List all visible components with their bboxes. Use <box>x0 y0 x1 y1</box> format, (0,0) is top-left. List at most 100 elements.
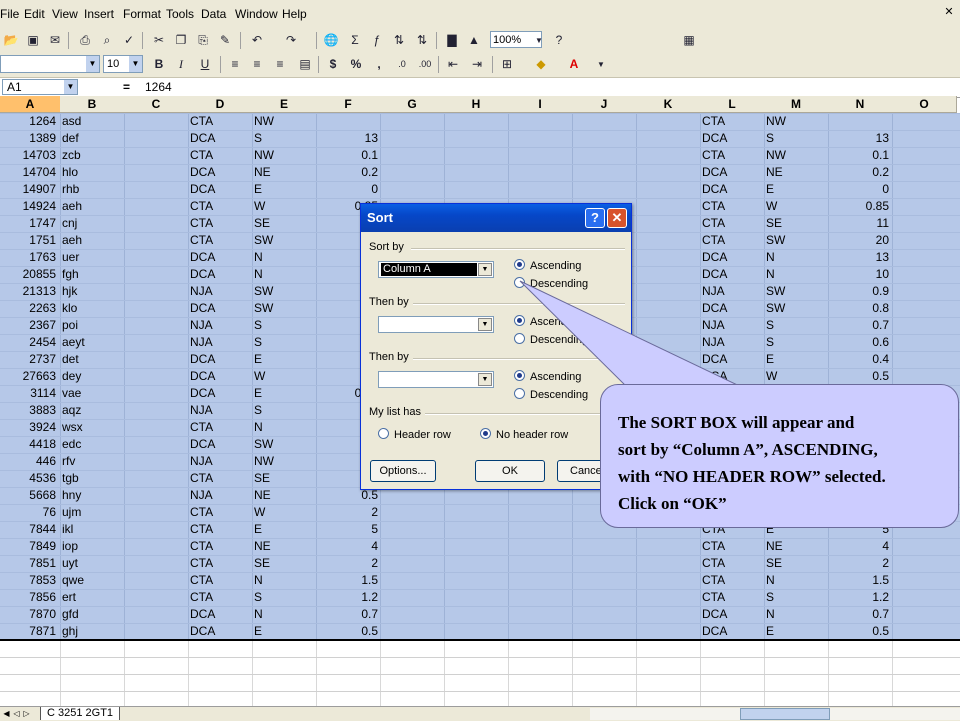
cell[interactable]: SE <box>766 215 826 232</box>
cell[interactable]: NE <box>766 538 826 555</box>
formula-content[interactable]: 1264 <box>145 80 172 94</box>
table-row[interactable]: 1264 asd CTA NW CTA NW <box>0 113 960 130</box>
cell[interactable]: W <box>766 198 826 215</box>
cell[interactable]: 4536 <box>0 470 56 487</box>
cell[interactable]: CTA <box>190 470 250 487</box>
cell[interactable]: S <box>254 130 314 147</box>
column-header-g[interactable]: G <box>380 96 445 113</box>
table-row[interactable]: 14907 rhb DCA E 0 DCA E 0 <box>0 181 960 198</box>
cell[interactable]: E <box>766 623 826 640</box>
cell[interactable]: 4418 <box>0 436 56 453</box>
cell[interactable]: CTA <box>702 232 762 249</box>
cell[interactable]: NJA <box>702 334 762 351</box>
cell[interactable]: ujm <box>62 504 122 521</box>
cell[interactable]: DCA <box>190 300 250 317</box>
increase-decimal-icon[interactable]: .0 <box>393 56 411 73</box>
cell[interactable]: 2454 <box>0 334 56 351</box>
cell[interactable]: NW <box>254 147 314 164</box>
cell[interactable]: SW <box>254 436 314 453</box>
cell[interactable]: DCA <box>702 300 762 317</box>
sort-descending-icon[interactable]: ⇅ <box>413 32 431 49</box>
table-row[interactable]: 14703 zcb CTA NW 0.1 CTA NW 0.1 <box>0 147 960 164</box>
cell[interactable]: S <box>766 130 826 147</box>
undo-icon[interactable]: ↶ <box>248 32 266 49</box>
cell[interactable]: 7851 <box>0 555 56 572</box>
percent-icon[interactable]: % <box>347 56 365 73</box>
cell[interactable]: DCA <box>702 368 762 385</box>
cell[interactable]: S <box>766 589 826 606</box>
cell[interactable]: NJA <box>702 317 762 334</box>
print-preview-icon[interactable]: ⌕ <box>98 32 116 49</box>
cell[interactable]: 1.5 <box>828 572 889 589</box>
no-header-row-radio[interactable]: No header row <box>480 428 568 441</box>
cell[interactable] <box>316 113 378 130</box>
cell[interactable]: NW <box>766 113 826 130</box>
cell[interactable]: 0.2 <box>316 164 378 181</box>
cell[interactable]: 1264 <box>0 113 56 130</box>
cell[interactable]: NE <box>766 164 826 181</box>
merge-center-icon[interactable]: ▤ <box>296 56 314 73</box>
cell[interactable]: ert <box>62 589 122 606</box>
cell[interactable]: 27663 <box>0 368 56 385</box>
cell[interactable]: NJA <box>190 283 250 300</box>
cell[interactable]: N <box>254 249 314 266</box>
cell[interactable]: zcb <box>62 147 122 164</box>
table-row[interactable]: 1389 def DCA S 13 DCA S 13 <box>0 130 960 147</box>
cell[interactable]: 0.7 <box>316 606 378 623</box>
table-row[interactable]: 7853 qwe CTA N 1.5 CTA N 1.5 <box>0 572 960 589</box>
cell[interactable]: E <box>766 181 826 198</box>
horizontal-scrollbar[interactable] <box>590 708 960 720</box>
cell[interactable]: SE <box>766 555 826 572</box>
open-folder-icon[interactable]: 📂 <box>2 32 20 49</box>
cell[interactable]: DCA <box>702 351 762 368</box>
align-left-icon[interactable]: ≡ <box>226 56 244 73</box>
cell[interactable]: rhb <box>62 181 122 198</box>
cell[interactable]: 21313 <box>0 283 56 300</box>
cell[interactable]: 7849 <box>0 538 56 555</box>
close-icon[interactable]: ✕ <box>607 208 627 228</box>
cell[interactable]: 2 <box>316 504 378 521</box>
cell[interactable]: W <box>254 368 314 385</box>
cell[interactable]: CTA <box>702 555 762 572</box>
cell[interactable]: 2367 <box>0 317 56 334</box>
cell[interactable]: 0.4 <box>828 351 889 368</box>
menu-data[interactable]: Data <box>201 7 226 21</box>
column-header-f[interactable]: F <box>316 96 381 113</box>
copy-icon[interactable]: ❐ <box>172 32 190 49</box>
cell[interactable]: 7844 <box>0 521 56 538</box>
cell[interactable]: klo <box>62 300 122 317</box>
cell[interactable]: 14924 <box>0 198 56 215</box>
cell[interactable]: aeh <box>62 232 122 249</box>
cell[interactable]: NJA <box>190 334 250 351</box>
underline-icon[interactable]: U <box>196 56 214 73</box>
cell[interactable]: DCA <box>702 623 762 640</box>
increase-indent-icon[interactable]: ⇥ <box>468 56 486 73</box>
cell[interactable]: 1751 <box>0 232 56 249</box>
cell[interactable]: NJA <box>190 453 250 470</box>
cell[interactable]: 5 <box>316 521 378 538</box>
cell[interactable]: NW <box>254 113 314 130</box>
decrease-indent-icon[interactable]: ⇤ <box>444 56 462 73</box>
then-by-2-ascending-radio[interactable]: Ascending <box>514 370 581 383</box>
extra-toolbar-icon[interactable]: ▦ <box>680 32 698 49</box>
cell[interactable]: NJA <box>190 487 250 504</box>
cell[interactable]: NE <box>254 164 314 181</box>
cell[interactable]: edc <box>62 436 122 453</box>
cell[interactable]: 0 <box>828 181 889 198</box>
cell[interactable]: dey <box>62 368 122 385</box>
cut-icon[interactable]: ✂ <box>150 32 168 49</box>
cell[interactable]: ghj <box>62 623 122 640</box>
cell[interactable]: DCA <box>190 351 250 368</box>
cell[interactable]: SE <box>254 555 314 572</box>
cell[interactable]: DCA <box>190 385 250 402</box>
cell[interactable]: N <box>766 572 826 589</box>
cell[interactable]: SW <box>766 300 826 317</box>
help-icon[interactable]: ? <box>585 208 605 228</box>
cell[interactable]: 13 <box>316 130 378 147</box>
cell[interactable]: 7856 <box>0 589 56 606</box>
menu-file[interactable]: File <box>0 7 19 21</box>
cell[interactable]: N <box>254 606 314 623</box>
cell[interactable]: aeh <box>62 198 122 215</box>
cell[interactable]: DCA <box>190 623 250 640</box>
cell[interactable]: 3924 <box>0 419 56 436</box>
